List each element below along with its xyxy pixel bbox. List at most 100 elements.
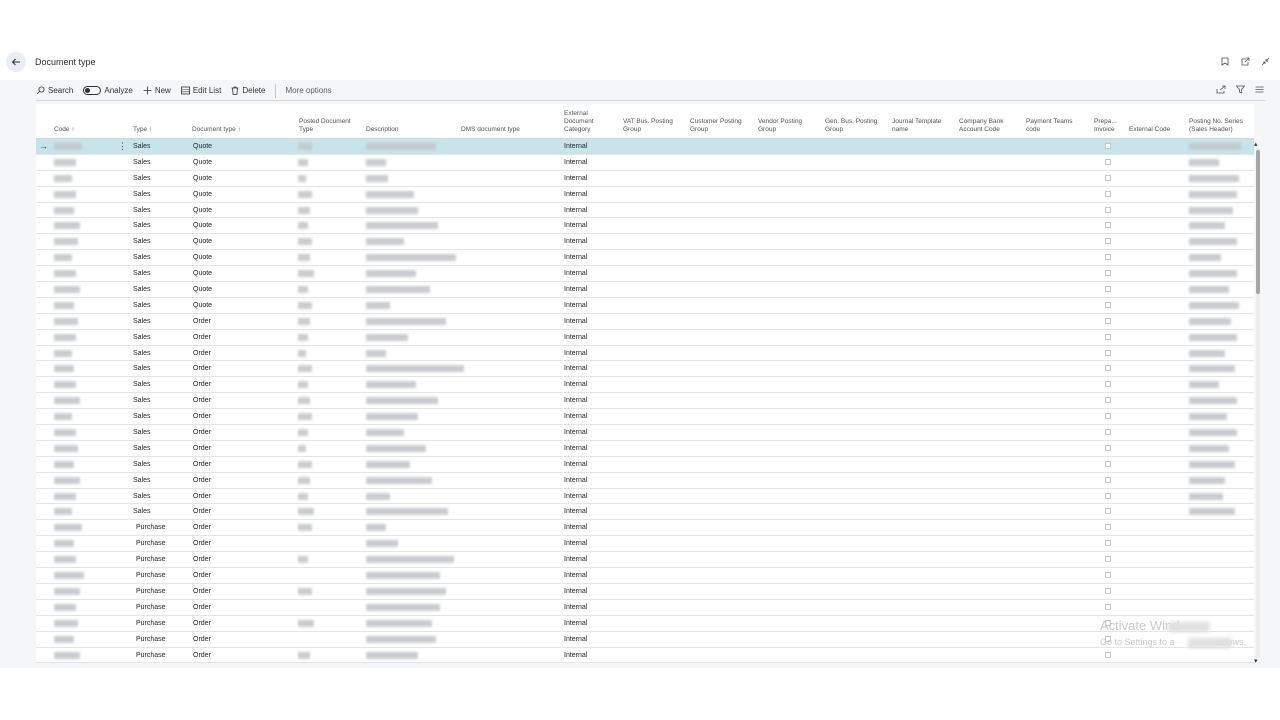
document-type-cell[interactable]: Order: [193, 346, 211, 361]
code-cell[interactable]: [54, 286, 80, 294]
type-cell[interactable]: Sales: [133, 218, 151, 233]
type-cell[interactable]: Sales: [133, 282, 151, 297]
description-cell[interactable]: [366, 508, 448, 516]
code-cell[interactable]: [54, 540, 74, 548]
description-cell[interactable]: [366, 206, 418, 214]
posting-no-series-cell[interactable]: [1189, 254, 1221, 262]
search-button[interactable]: Search: [36, 86, 73, 95]
external-document-category-cell[interactable]: Internal: [564, 457, 587, 472]
code-cell[interactable]: [54, 270, 76, 278]
table-row[interactable]: Sales Order Internal: [36, 346, 1254, 362]
document-type-cell[interactable]: Order: [193, 648, 211, 663]
posting-no-series-cell[interactable]: [1189, 444, 1229, 452]
external-document-category-cell[interactable]: Internal: [564, 425, 587, 440]
code-cell[interactable]: [54, 429, 76, 437]
description-cell[interactable]: [366, 349, 386, 357]
type-cell[interactable]: Purchase: [136, 616, 166, 631]
prepayment-invoice-checkbox[interactable]: [1105, 587, 1111, 594]
code-cell[interactable]: [54, 238, 78, 246]
posting-no-series-cell[interactable]: [1189, 222, 1225, 230]
document-type-cell[interactable]: Order: [193, 457, 211, 472]
column-header-description[interactable]: Description: [366, 126, 399, 134]
document-type-cell[interactable]: Order: [193, 632, 211, 647]
description-cell[interactable]: [366, 524, 386, 532]
prepayment-invoice-checkbox[interactable]: [1105, 286, 1111, 293]
description-cell[interactable]: [366, 587, 446, 595]
description-cell[interactable]: [366, 492, 390, 500]
back-button[interactable]: [6, 52, 26, 72]
type-cell[interactable]: Purchase: [136, 520, 166, 535]
edit-list-button[interactable]: Edit List: [180, 86, 221, 95]
document-type-cell[interactable]: Order: [193, 377, 211, 392]
table-row[interactable]: Purchase Order Internal: [36, 632, 1254, 648]
type-cell[interactable]: Sales: [133, 393, 151, 408]
description-cell[interactable]: [366, 603, 440, 611]
document-type-cell[interactable]: Order: [193, 520, 211, 535]
column-header-gen-bus-posting-group[interactable]: Gen. Bus. Posting Group: [825, 118, 877, 134]
prepayment-invoice-checkbox[interactable]: [1105, 349, 1111, 356]
table-row[interactable]: Sales Quote Internal: [36, 187, 1254, 203]
external-document-category-cell[interactable]: Internal: [564, 171, 587, 186]
table-row[interactable]: Purchase Order Internal: [36, 536, 1254, 553]
posting-no-series-cell[interactable]: [1189, 381, 1219, 389]
prepayment-invoice-checkbox[interactable]: [1105, 572, 1111, 579]
prepayment-invoice-checkbox[interactable]: [1105, 556, 1111, 563]
description-cell[interactable]: [366, 174, 388, 182]
type-cell[interactable]: Sales: [133, 314, 151, 329]
document-type-cell[interactable]: Quote: [193, 139, 212, 154]
prepayment-invoice-checkbox[interactable]: [1105, 381, 1111, 388]
prepayment-invoice-checkbox[interactable]: [1105, 492, 1111, 499]
type-cell[interactable]: Purchase: [136, 648, 166, 663]
description-cell[interactable]: [366, 381, 416, 389]
delete-button[interactable]: Delete: [231, 86, 265, 95]
description-cell[interactable]: [366, 333, 408, 341]
description-cell[interactable]: [366, 222, 438, 230]
external-document-category-cell[interactable]: Internal: [564, 361, 587, 376]
table-row[interactable]: Sales Quote Internal: [36, 203, 1254, 219]
prepayment-invoice-checkbox[interactable]: [1105, 397, 1111, 404]
posted-document-type-cell[interactable]: [298, 556, 308, 564]
type-cell[interactable]: Purchase: [136, 568, 166, 583]
external-document-category-cell[interactable]: Internal: [564, 552, 587, 567]
code-cell[interactable]: [54, 460, 74, 468]
toggle-switch[interactable]: [83, 86, 102, 95]
external-document-category-cell[interactable]: Internal: [564, 203, 587, 218]
type-cell[interactable]: Purchase: [136, 584, 166, 599]
description-cell[interactable]: [366, 286, 430, 294]
column-header-dms-document-type[interactable]: DMS document type: [461, 126, 520, 134]
prepayment-invoice-checkbox[interactable]: [1105, 301, 1111, 308]
analyze-toggle[interactable]: Analyze: [83, 86, 133, 95]
external-document-category-cell[interactable]: Internal: [564, 282, 587, 297]
prepayment-invoice-checkbox[interactable]: [1105, 524, 1111, 531]
posted-document-type-cell[interactable]: [298, 508, 314, 516]
document-type-cell[interactable]: Order: [193, 393, 211, 408]
document-type-cell[interactable]: Quote: [193, 171, 212, 186]
external-document-category-cell[interactable]: Internal: [564, 568, 587, 583]
filter-icon[interactable]: [1235, 84, 1245, 94]
description-cell[interactable]: [366, 413, 418, 421]
posting-no-series-cell[interactable]: [1189, 397, 1237, 405]
table-row[interactable]: Sales Quote Internal: [36, 155, 1254, 171]
posted-document-type-cell[interactable]: [298, 587, 312, 595]
table-row[interactable]: Purchase Order Internal: [36, 584, 1254, 600]
code-cell[interactable]: [54, 603, 76, 611]
document-type-cell[interactable]: Quote: [193, 250, 212, 265]
posted-document-type-cell[interactable]: [298, 286, 308, 294]
description-cell[interactable]: [366, 444, 426, 452]
document-type-cell[interactable]: Order: [193, 361, 211, 376]
description-cell[interactable]: [366, 619, 432, 627]
posted-document-type-cell[interactable]: [298, 174, 306, 182]
posting-no-series-cell[interactable]: [1189, 365, 1235, 373]
description-cell[interactable]: [366, 365, 464, 373]
code-cell[interactable]: [54, 572, 84, 580]
description-cell[interactable]: [366, 540, 398, 548]
type-cell[interactable]: Sales: [133, 155, 151, 170]
external-document-category-cell[interactable]: Internal: [564, 250, 587, 265]
document-type-cell[interactable]: Order: [193, 441, 211, 456]
document-type-cell[interactable]: Order: [193, 330, 211, 345]
table-row[interactable]: Purchase Order Internal: [36, 648, 1254, 664]
posting-no-series-cell[interactable]: [1189, 143, 1241, 150]
posting-no-series-cell[interactable]: [1189, 158, 1219, 166]
prepayment-invoice-checkbox[interactable]: [1105, 174, 1111, 181]
code-cell[interactable]: [54, 254, 72, 262]
